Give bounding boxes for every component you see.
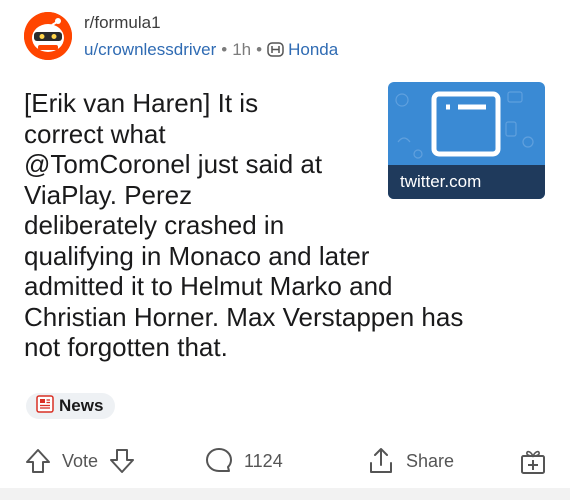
share-button[interactable]: Share (366, 440, 454, 482)
tag-label: News (59, 396, 104, 415)
share-icon (366, 446, 396, 476)
user-flair: Honda (288, 40, 339, 59)
post-age: 1h (232, 40, 252, 59)
feed-divider (0, 488, 570, 500)
subreddit-avatar[interactable] (24, 12, 72, 60)
vote-label: Vote (62, 450, 99, 471)
title-line: qualifying in Monaco and later (24, 240, 370, 271)
comments-count: 1124 (244, 450, 283, 471)
separator-dot: • (256, 40, 263, 59)
newspaper-icon (36, 394, 54, 418)
subreddit-name[interactable]: r/formula1 (84, 12, 338, 34)
comments-button[interactable]: 1124 (204, 440, 283, 482)
author-link[interactable]: u/crownlessdriver (84, 40, 216, 59)
share-label: Share (406, 450, 455, 471)
post-tag[interactable]: News (26, 393, 116, 419)
gift-award-icon (518, 446, 548, 476)
upvote-icon[interactable] (24, 447, 52, 475)
honda-flair-icon (267, 41, 284, 58)
separator-dot: • (221, 40, 228, 59)
title-line: not forgotten that. (24, 332, 228, 362)
link-thumbnail[interactable]: twitter.com (388, 82, 545, 199)
post-meta: r/formula1 u/crownlessdriver • 1h • Honda (84, 12, 338, 62)
award-button[interactable] (518, 440, 548, 482)
comment-bubble-icon (204, 446, 234, 476)
title-line: Christian Horner. Max Verstappen has (24, 301, 464, 332)
downvote-icon[interactable] (108, 447, 136, 475)
link-domain: twitter.com (388, 165, 545, 199)
post-actions: Vote 1124 Share (0, 440, 570, 482)
vote-group: Vote (24, 440, 136, 482)
title-line: admitted it to Helmut Marko and (24, 271, 393, 301)
browser-window-icon (395, 91, 534, 159)
post-header: r/formula1 u/crownlessdriver • 1h • Honda (24, 12, 554, 64)
byline: u/crownlessdriver • 1h • Honda (84, 38, 338, 62)
title-line: deliberately crashed in (24, 210, 285, 240)
